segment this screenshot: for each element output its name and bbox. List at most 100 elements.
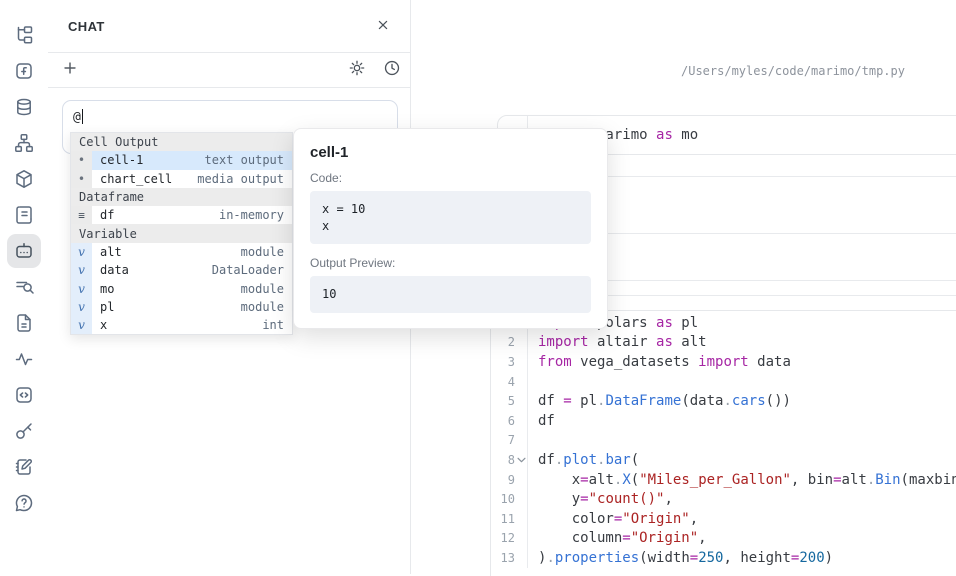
code-text: import altair as alt xyxy=(528,334,707,350)
list-search-icon[interactable] xyxy=(7,270,41,304)
code-line-9[interactable]: 9 x=alt.X("Miles_per_Gallon", bin=alt.Bi… xyxy=(491,470,956,490)
line-number: 12 xyxy=(491,529,528,549)
code-text: x=alt.X("Miles_per_Gallon", bin=alt.Bin(… xyxy=(528,472,956,488)
code-line-12[interactable]: 12 column="Origin", xyxy=(491,529,956,549)
code-text: column="Origin", xyxy=(528,530,707,546)
table-gutter-icon: ≡ xyxy=(71,206,92,224)
line-number: 11 xyxy=(491,509,528,529)
code-text: from vega_datasets import data xyxy=(528,354,791,370)
item-type-badge: DataLoader xyxy=(212,263,284,277)
code-preview-block: x = 10 x xyxy=(310,191,591,244)
autocomplete-item-data[interactable]: vdata DataLoader xyxy=(71,261,292,279)
package-icon[interactable] xyxy=(7,162,41,196)
popover-title: cell-1 xyxy=(310,144,591,161)
close-icon xyxy=(375,17,391,36)
code-text: df = pl.DataFrame(data.cars()) xyxy=(528,393,791,409)
var-gutter-icon: v xyxy=(71,298,92,316)
code-line-2[interactable]: 2import altair as alt xyxy=(491,333,956,353)
scroll-text-icon[interactable] xyxy=(7,198,41,232)
fold-chevron-icon[interactable] xyxy=(517,457,526,463)
code-line-10[interactable]: 10 y="count()", xyxy=(491,489,956,509)
network-icon[interactable] xyxy=(7,126,41,160)
bullet-gutter-icon: • xyxy=(71,151,92,169)
autocomplete-item-chart_cell[interactable]: • chart_cell media output xyxy=(71,170,292,188)
code-text: ).properties(width=250, height=200) xyxy=(528,550,833,566)
line-number: 10 xyxy=(491,489,528,509)
text-caret xyxy=(82,109,84,124)
new-chat-button[interactable] xyxy=(58,57,82,81)
close-panel-button[interactable] xyxy=(371,14,395,38)
activity-sidebar xyxy=(0,0,49,574)
autocomplete-item-alt[interactable]: valt module xyxy=(71,243,292,261)
file-path: /Users/myles/code/marimo/tmp.py xyxy=(681,64,905,78)
output-preview-label: Output Preview: xyxy=(310,256,591,270)
item-type-badge: module xyxy=(241,282,284,296)
line-number: 3 xyxy=(491,352,528,372)
item-label: x xyxy=(100,318,107,332)
code-text: df xyxy=(528,413,555,429)
autocomplete-item-pl[interactable]: vpl module xyxy=(71,298,292,316)
code-line-8[interactable]: 8df.plot.bar( xyxy=(491,450,956,470)
key-icon[interactable] xyxy=(7,414,41,448)
code-line-3[interactable]: 3from vega_datasets import data xyxy=(491,352,956,372)
file-tree-icon[interactable] xyxy=(7,18,41,52)
item-label: data xyxy=(100,263,129,277)
function-square-icon[interactable] xyxy=(7,54,41,88)
var-gutter-icon: v xyxy=(71,243,92,261)
var-gutter-icon: v xyxy=(71,261,92,279)
code-line-13[interactable]: 13).properties(width=250, height=200) xyxy=(491,548,956,568)
chat-toolbar xyxy=(48,52,410,88)
bullet-gutter-icon: • xyxy=(71,170,92,188)
line-number: 6 xyxy=(491,411,528,431)
chat-settings-button[interactable] xyxy=(345,57,369,81)
code-line-4[interactable]: 4 xyxy=(491,372,956,392)
item-type-badge: module xyxy=(241,300,284,314)
notebook-cell-plot-code[interactable]: 1import polars as pl2import altair as al… xyxy=(490,310,956,576)
code-line-7[interactable]: 7 xyxy=(491,431,956,451)
item-type-badge: in-memory xyxy=(219,208,284,222)
autocomplete-section-header: Variable xyxy=(71,224,292,242)
code-line-6[interactable]: 6df xyxy=(491,411,956,431)
output-preview-block: 10 xyxy=(310,276,591,313)
item-label: cell-1 xyxy=(100,153,143,167)
var-gutter-icon: v xyxy=(71,279,92,297)
code-text: color="Origin", xyxy=(528,511,698,527)
code-line-11[interactable]: 11 color="Origin", xyxy=(491,509,956,529)
chat-history-button[interactable] xyxy=(380,57,404,81)
chat-panel-header: CHAT xyxy=(48,0,410,53)
autocomplete-item-df[interactable]: ≡ df in-memory xyxy=(71,206,292,224)
notebook-pen-icon[interactable] xyxy=(7,450,41,484)
activity-icon[interactable] xyxy=(7,342,41,376)
plus-icon xyxy=(61,59,79,80)
item-label: alt xyxy=(100,245,122,259)
line-number: 4 xyxy=(491,372,528,392)
file-text-icon[interactable] xyxy=(7,306,41,340)
database-icon[interactable] xyxy=(7,90,41,124)
code-label: Code: xyxy=(310,171,591,185)
autocomplete-item-cell-1[interactable]: • cell-1 text output xyxy=(71,151,292,169)
cell-preview-popover: cell-1 Code: x = 10 x Output Preview: 10 xyxy=(293,128,608,329)
autocomplete-section-header: Dataframe xyxy=(71,188,292,206)
line-number: 2 xyxy=(491,333,528,353)
gear-icon xyxy=(348,59,366,80)
item-type-badge: module xyxy=(241,245,284,259)
item-type-badge: int xyxy=(262,318,284,332)
line-number: 5 xyxy=(491,391,528,411)
autocomplete-item-mo[interactable]: vmo module xyxy=(71,279,292,297)
item-label: mo xyxy=(100,282,114,296)
chat-bot-icon[interactable] xyxy=(7,234,41,268)
item-type-badge: media output xyxy=(197,172,284,186)
autocomplete-item-x[interactable]: vxint xyxy=(71,316,292,334)
item-label: pl xyxy=(100,300,114,314)
help-circle-icon[interactable] xyxy=(7,486,41,520)
mention-autocomplete-dropdown: Cell Output•cell-1text output•chart_cell… xyxy=(70,132,293,335)
code-square-icon[interactable] xyxy=(7,378,41,412)
item-label: chart_cell xyxy=(100,172,172,186)
line-number: 13 xyxy=(491,548,528,568)
item-type-badge: text output xyxy=(205,153,284,167)
code-line-5[interactable]: 5df = pl.DataFrame(data.cars()) xyxy=(491,391,956,411)
code-text: y="count()", xyxy=(528,491,673,507)
code-text: df.plot.bar( xyxy=(528,452,639,468)
item-label: df xyxy=(100,208,114,222)
chat-input-value: @ xyxy=(73,110,81,125)
